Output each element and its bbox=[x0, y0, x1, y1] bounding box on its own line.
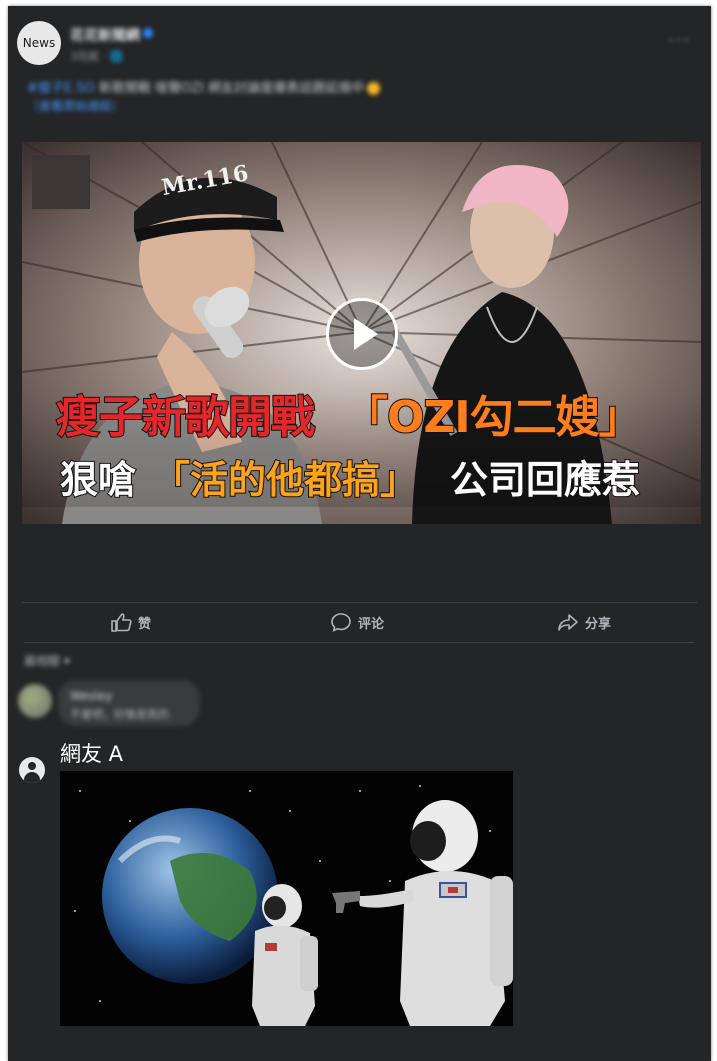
video-thumbnail[interactable]: Mr.116 瘦子新歌開戰 「OZI勾二嫂」 狠嗆 「活的他都搞」 公司回應惹 bbox=[22, 142, 701, 524]
channel-logo bbox=[32, 155, 90, 209]
like-label: 赞 bbox=[138, 616, 152, 632]
astronaut-meme-image bbox=[60, 771, 513, 1026]
comment-bubble-icon bbox=[331, 613, 351, 632]
commenter-name[interactable]: 網友 A bbox=[60, 738, 123, 768]
commenter-avatar[interactable] bbox=[18, 684, 52, 718]
share-label: 分享 bbox=[585, 616, 612, 632]
comment-image[interactable] bbox=[60, 771, 513, 1026]
play-button-icon[interactable] bbox=[326, 298, 398, 370]
hashtag-link[interactable]: #瘦子E.SO bbox=[27, 81, 95, 96]
comment-button[interactable]: 评论 bbox=[330, 612, 384, 632]
caption-text: 新歌開戰 嗆聲OZI 網友討論度爆表話題延燒中 bbox=[98, 81, 365, 96]
divider bbox=[24, 642, 694, 643]
headline-orange: 「OZI勾二嫂」 bbox=[343, 391, 644, 444]
subheadline-b: 「活的他都搞」 bbox=[151, 457, 419, 503]
caption-link[interactable]: （查看原始連結） bbox=[27, 97, 123, 114]
commenter-name[interactable]: Wesley bbox=[70, 689, 113, 703]
headline-red: 瘦子新歌開戰 bbox=[55, 391, 316, 444]
share-arrow-icon bbox=[558, 614, 578, 631]
comment-bubble: Wesley 不會吧，好像是真的 bbox=[58, 680, 200, 726]
subheadline-a: 狠嗆 bbox=[59, 457, 137, 503]
comment-text: 不會吧，好像是真的 bbox=[70, 708, 169, 721]
divider bbox=[22, 602, 697, 603]
more-options-icon[interactable]: ··· bbox=[668, 30, 690, 50]
comment-sort-dropdown[interactable]: 最相關 ▾ bbox=[24, 652, 70, 669]
page-name[interactable]: 花花新聞網 bbox=[70, 25, 140, 45]
share-button[interactable]: 分享 bbox=[557, 612, 611, 632]
emoji-icon bbox=[367, 82, 381, 95]
avatar-label: News bbox=[22, 36, 56, 50]
post-caption: #瘦子E.SO 新歌開戰 嗆聲OZI 網友討論度爆表話題延燒中 bbox=[27, 77, 381, 96]
user-avatar-icon[interactable] bbox=[19, 757, 45, 783]
thumbs-up-icon bbox=[111, 613, 132, 632]
like-button[interactable]: 赞 bbox=[110, 612, 151, 632]
page-avatar[interactable]: News bbox=[17, 21, 61, 65]
post-timestamp[interactable]: 3月前 · 🌐 bbox=[70, 48, 123, 64]
subheadline-c: 公司回應惹 bbox=[449, 457, 641, 503]
verified-badge-icon bbox=[143, 28, 153, 38]
comment-label: 评论 bbox=[358, 616, 385, 632]
